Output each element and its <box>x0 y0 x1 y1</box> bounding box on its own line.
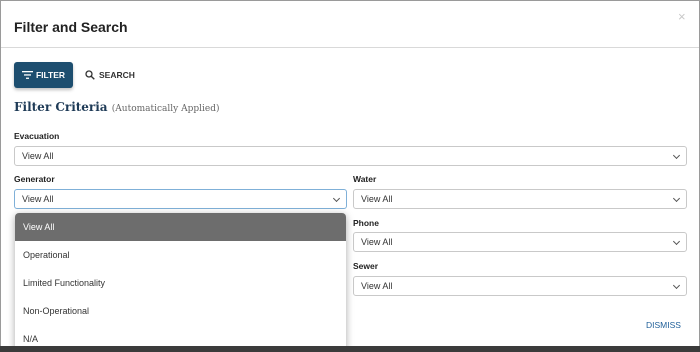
criteria-title: Filter Criteria <box>14 100 108 114</box>
bottom-edge-bar <box>0 346 700 352</box>
chevron-down-icon <box>332 194 341 203</box>
search-icon <box>85 70 95 80</box>
dialog-title: Filter and Search <box>14 19 128 35</box>
sewer-select[interactable]: View All <box>353 276 687 296</box>
criteria-subtitle: (Automatically Applied) <box>111 104 220 114</box>
filter-criteria-heading: Filter Criteria (Automatically Applied) <box>14 100 220 114</box>
phone-label: Phone <box>353 218 379 228</box>
water-label: Water <box>353 174 377 184</box>
phone-select[interactable]: View All <box>353 232 687 252</box>
dropdown-option-view-all[interactable]: View All <box>15 213 346 241</box>
dropdown-option-non-operational[interactable]: Non-Operational <box>15 297 346 325</box>
dialog-header: Filter and Search × <box>1 1 699 48</box>
evacuation-select[interactable]: View All <box>14 146 687 166</box>
filter-icon <box>21 71 33 79</box>
filter-search-dialog: Filter and Search × FILTER SEARCH Filter… <box>0 0 700 352</box>
evacuation-value: View All <box>22 151 54 161</box>
search-button-label: SEARCH <box>99 70 135 80</box>
sewer-label: Sewer <box>353 261 379 271</box>
generator-value: View All <box>22 194 54 204</box>
chevron-down-icon <box>672 281 681 290</box>
water-value: View All <box>361 194 393 204</box>
water-select[interactable]: View All <box>353 189 687 209</box>
search-button[interactable]: SEARCH <box>85 62 135 88</box>
generator-select[interactable]: View All <box>14 189 347 209</box>
close-icon[interactable]: × <box>678 10 686 23</box>
chevron-down-icon <box>672 194 681 203</box>
chevron-down-icon <box>672 237 681 246</box>
generator-label: Generator <box>14 174 55 184</box>
chevron-down-icon <box>672 151 681 160</box>
filter-button-label: FILTER <box>35 70 66 80</box>
phone-value: View All <box>361 237 393 247</box>
generator-dropdown-menu: View All Operational Limited Functionali… <box>15 213 346 352</box>
sewer-value: View All <box>361 281 393 291</box>
dropdown-option-limited-functionality[interactable]: Limited Functionality <box>15 269 346 297</box>
evacuation-label: Evacuation <box>14 131 60 141</box>
dropdown-option-operational[interactable]: Operational <box>15 241 346 269</box>
filter-button[interactable]: FILTER <box>14 62 73 88</box>
dismiss-button[interactable]: DISMISS <box>646 320 681 330</box>
